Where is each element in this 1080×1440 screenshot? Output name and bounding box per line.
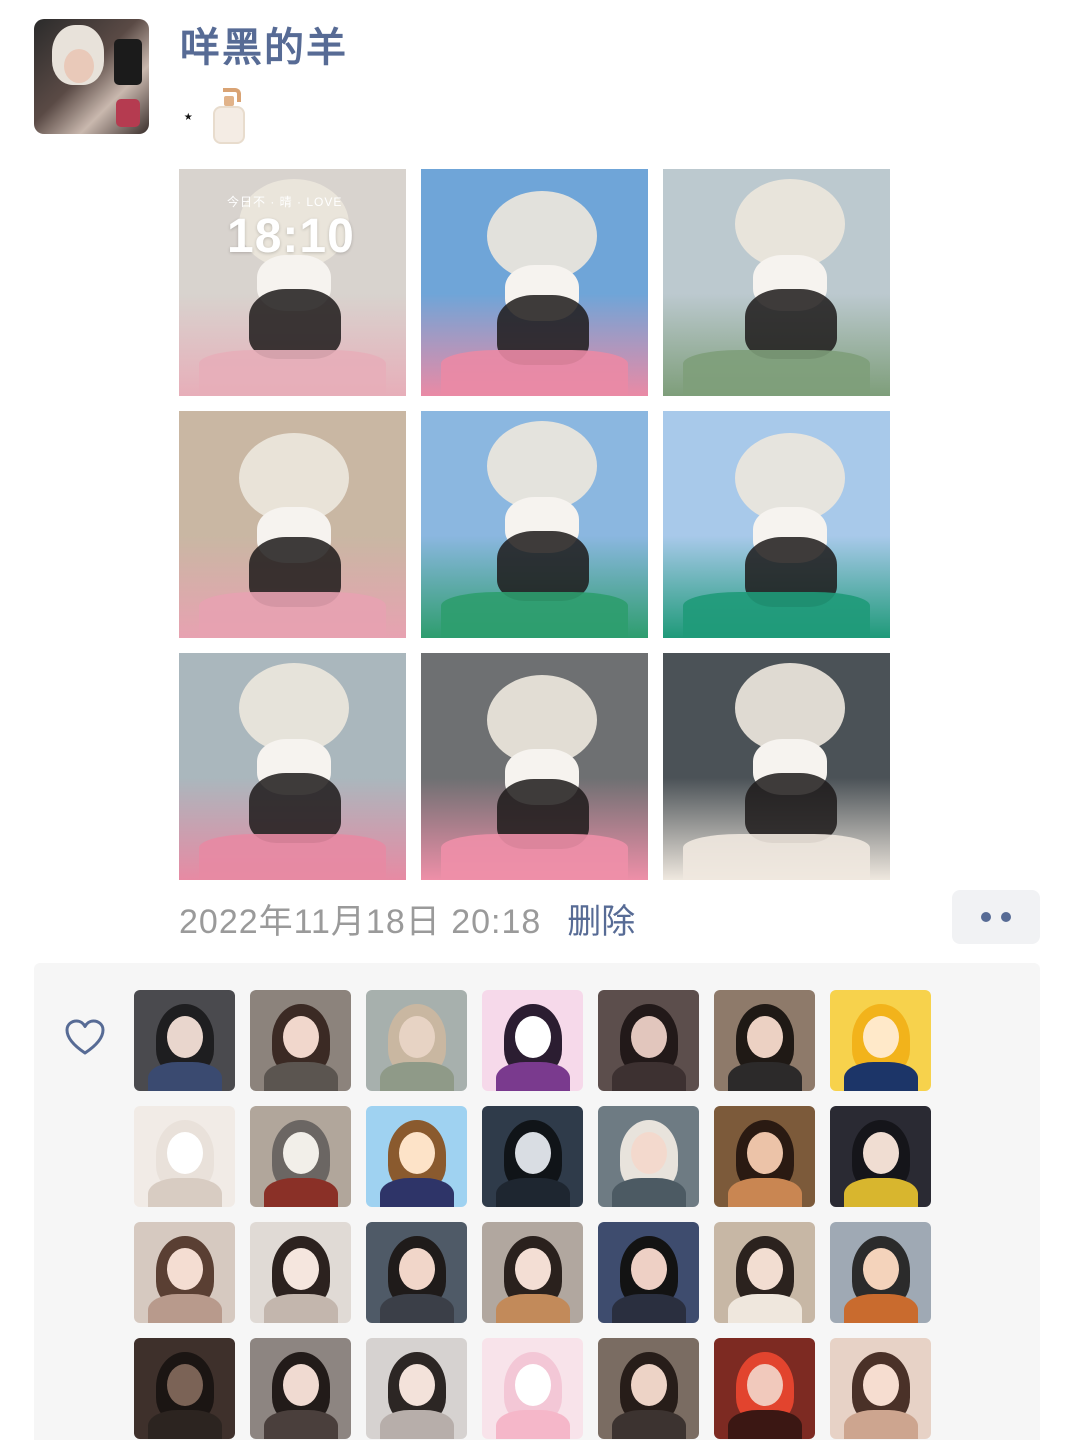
liker-avatar-5[interactable] <box>598 990 699 1091</box>
photo-mask-closeup[interactable] <box>663 653 890 880</box>
liker-avatar-16[interactable] <box>250 1222 351 1323</box>
photo-airport-back-view[interactable] <box>179 653 406 880</box>
liker-avatar-10[interactable] <box>366 1106 467 1207</box>
user-avatar[interactable] <box>34 19 149 134</box>
heart-outline-icon <box>65 1019 105 1055</box>
photo-peace-sign-selfie[interactable] <box>421 169 648 396</box>
liker-avatar-23[interactable] <box>250 1338 351 1439</box>
lock-screen-time: 18:10 <box>227 210 355 263</box>
photo-grid: 今日不 · 晴 · LOVE 18:10 <box>179 169 890 880</box>
lock-screen-status: 今日不 · 晴 · LOVE <box>227 195 343 209</box>
liker-avatar-20[interactable] <box>714 1222 815 1323</box>
liker-avatar-12[interactable] <box>598 1106 699 1207</box>
post-text: ⋆ <box>182 88 249 144</box>
liker-avatar-26[interactable] <box>598 1338 699 1439</box>
photo-car-peace-sign[interactable] <box>421 411 648 638</box>
liker-avatar-17[interactable] <box>366 1222 467 1323</box>
liker-avatar-19[interactable] <box>598 1222 699 1323</box>
delete-button[interactable]: 删除 <box>567 894 635 943</box>
post-meta: 2022年11月18日 20:18 删除 <box>179 890 635 946</box>
liker-avatar-27[interactable] <box>714 1338 815 1439</box>
liker-avatar-4[interactable] <box>482 990 583 1091</box>
moments-post: 咩黑的羊 ⋆ 今日不 · 晴 · LOVE 18:10 2022年11月18日 2… <box>0 0 1080 1440</box>
liker-avatar-9[interactable] <box>250 1106 351 1207</box>
liker-avatar-8[interactable] <box>134 1106 235 1207</box>
liker-avatar-22[interactable] <box>134 1338 235 1439</box>
more-dot-icon <box>1001 912 1011 922</box>
photo-airport-walkway[interactable] <box>663 169 890 396</box>
photo-escalator-outfit[interactable] <box>421 653 648 880</box>
liker-avatar-3[interactable] <box>366 990 467 1091</box>
liker-avatar-14[interactable] <box>830 1106 931 1207</box>
liker-avatar-18[interactable] <box>482 1222 583 1323</box>
photo-lockscreen-selfie[interactable]: 今日不 · 晴 · LOVE 18:10 <box>179 169 406 396</box>
lotion-bottle-icon <box>209 88 249 144</box>
liker-avatar-7[interactable] <box>830 990 931 1091</box>
liker-avatar-13[interactable] <box>714 1106 815 1207</box>
likes-panel <box>34 963 1040 1440</box>
post-timestamp: 2022年11月18日 20:18 <box>179 902 542 941</box>
more-actions-button[interactable] <box>952 890 1040 944</box>
photo-train-selfie[interactable] <box>179 411 406 638</box>
liker-avatar-21[interactable] <box>830 1222 931 1323</box>
photo-green-barrier[interactable] <box>663 411 890 638</box>
liker-avatar-25[interactable] <box>482 1338 583 1439</box>
liker-avatar-24[interactable] <box>366 1338 467 1439</box>
liker-avatar-11[interactable] <box>482 1106 583 1207</box>
liker-avatar-6[interactable] <box>714 990 815 1091</box>
liker-avatar-2[interactable] <box>250 990 351 1091</box>
more-dot-icon <box>981 912 991 922</box>
liker-avatar-grid <box>134 990 931 1439</box>
liker-avatar-28[interactable] <box>830 1338 931 1439</box>
liker-avatar-15[interactable] <box>134 1222 235 1323</box>
user-name[interactable]: 咩黑的羊 <box>180 22 348 74</box>
liker-avatar-1[interactable] <box>134 990 235 1091</box>
post-star-text: ⋆ <box>182 104 195 128</box>
